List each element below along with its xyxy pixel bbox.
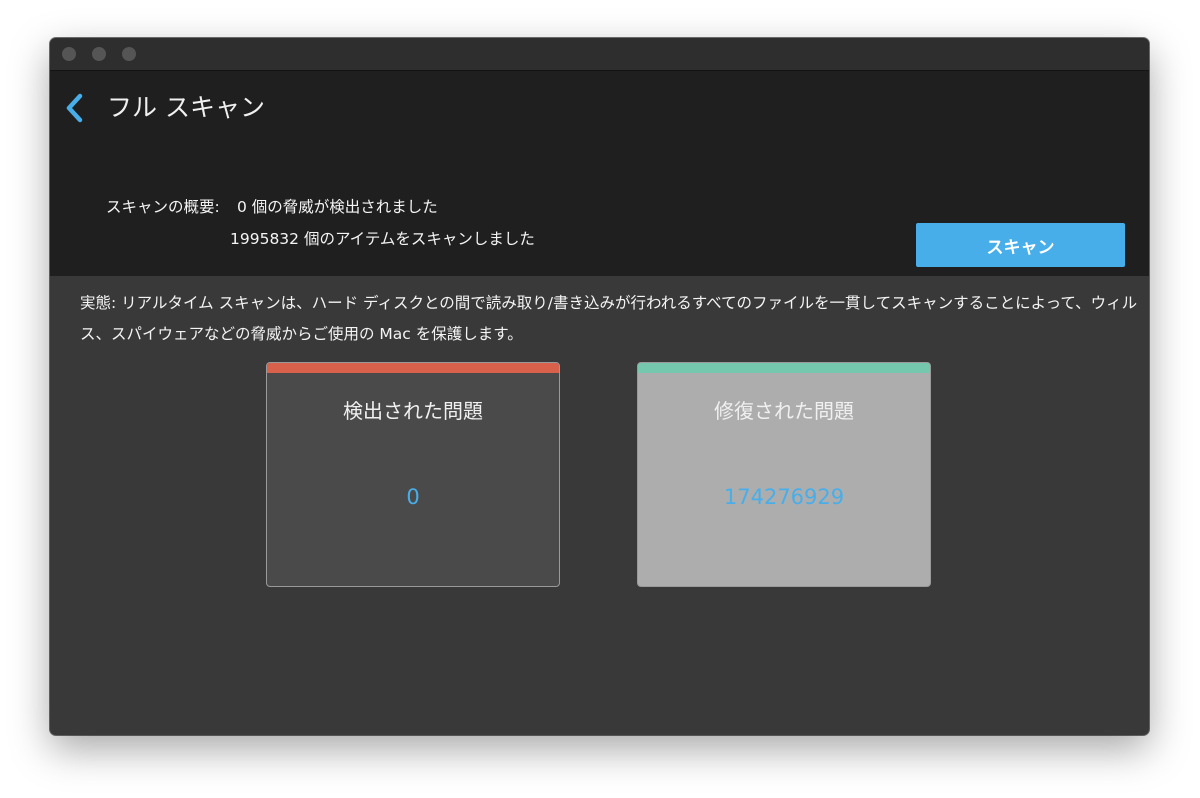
app-window: フル スキャン スキャンの概要: 0 個の脅威が検出されました 1995832 …: [50, 38, 1149, 735]
items-scanned-summary: 1995832 個のアイテムをスキャンしました: [230, 230, 535, 248]
summary-label: スキャンの概要:: [106, 198, 220, 216]
detected-issues-count: 0: [406, 485, 420, 509]
repaired-issues-accent-bar: [638, 363, 930, 373]
repaired-issues-count: 174276929: [723, 485, 845, 509]
zoom-window-button[interactable]: [122, 47, 136, 61]
close-window-button[interactable]: [62, 47, 76, 61]
threats-summary: 0 個の脅威が検出されました: [237, 198, 438, 216]
page-title: フル スキャン: [107, 93, 265, 122]
repaired-issues-title: 修復された問題: [714, 399, 854, 423]
scan-button[interactable]: スキャン: [916, 223, 1125, 267]
repaired-issues-card: 修復された問題 174276929: [637, 362, 931, 587]
chevron-left-icon[interactable]: [62, 91, 86, 125]
detected-issues-card: 検出された問題 0: [266, 362, 560, 587]
detected-issues-accent-bar: [267, 363, 559, 373]
detected-issues-title: 検出された問題: [343, 399, 483, 423]
window-titlebar: [50, 38, 1149, 71]
minimize-window-button[interactable]: [92, 47, 106, 61]
realtime-scan-description: 実態: リアルタイム スキャンは、ハード ディスクとの間で読み取り/書き込みが行…: [80, 294, 1138, 343]
